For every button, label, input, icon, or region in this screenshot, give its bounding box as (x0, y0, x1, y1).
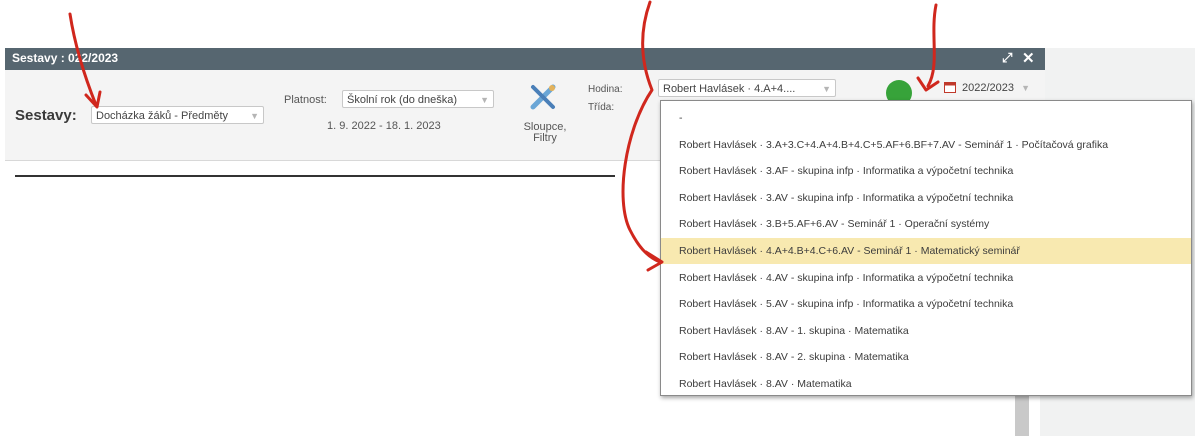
chevron-down-icon: ▼ (480, 95, 489, 105)
sestavy-select[interactable]: Docházka žáků - Předměty ▼ (91, 106, 264, 124)
sestavy-select-value: Docházka žáků - Předměty (96, 110, 229, 122)
platnost-label: Platnost: (284, 94, 327, 106)
title-bar: Sestavy : 022/2023 ⤢ ✕ (5, 48, 1045, 70)
platnost-select[interactable]: Školní rok (do dneška) ▼ (342, 90, 494, 108)
sestavy-label: Sestavy: (15, 107, 77, 124)
dropdown-option[interactable]: Robert Havlásek · 8.AV - 2. skupina · Ma… (661, 344, 1191, 370)
dropdown-option[interactable]: - (661, 105, 1191, 131)
school-year-value: 2022/2023 (962, 82, 1014, 94)
hodina-select-value: Robert Havlásek · 4.A+4.... (663, 83, 796, 95)
dropdown-option[interactable]: Robert Havlásek · 3.A+3.C+4.A+4.B+4.C+5.… (661, 132, 1191, 158)
hodina-dropdown-list: - Robert Havlásek · 3.A+3.C+4.A+4.B+4.C+5… (660, 100, 1192, 396)
dropdown-option[interactable]: Robert Havlásek · 4.AV - skupina infp · … (661, 265, 1191, 291)
school-year-select[interactable]: 2022/2023 ▼ (958, 79, 1034, 97)
dropdown-option[interactable]: Robert Havlásek · 3.AF - skupina infp · … (661, 158, 1191, 184)
dropdown-option[interactable]: Robert Havlásek · 8.AV - 1. skupina · Ma… (661, 318, 1191, 344)
dropdown-option[interactable]: Robert Havlásek · 4.A+4.B+4.C+6.AV - Sem… (661, 238, 1191, 264)
close-icon[interactable]: ✕ (1022, 49, 1035, 67)
expand-icon[interactable]: ⤢ (1002, 50, 1012, 66)
columns-filters-button[interactable]: Sloupce, Filtry (512, 122, 578, 144)
dropdown-option[interactable]: Robert Havlásek · 8.AV · Matematika (661, 371, 1191, 397)
dropdown-option[interactable]: Robert Havlásek · 5.AV - skupina infp · … (661, 291, 1191, 317)
columns-filters-icon[interactable] (528, 82, 558, 112)
date-range: 1. 9. 2022 - 18. 1. 2023 (327, 120, 441, 132)
calendar-icon (944, 82, 956, 93)
chevron-down-icon: ▼ (822, 84, 831, 94)
trida-label: Třída: (588, 102, 615, 113)
chevron-down-icon: ▼ (1021, 83, 1030, 93)
hodina-select[interactable]: Robert Havlásek · 4.A+4.... ▼ (658, 79, 836, 97)
divider (15, 175, 615, 177)
platnost-select-value: Školní rok (do dneška) (347, 94, 458, 106)
columns-filters-label-2: Filtry (533, 132, 557, 144)
hodina-label: Hodina: (588, 84, 623, 95)
dropdown-option[interactable]: Robert Havlásek · 3.B+5.AF+6.AV - Seminá… (661, 211, 1191, 237)
dropdown-option[interactable]: Robert Havlásek · 3.AV - skupina infp · … (661, 185, 1191, 211)
chevron-down-icon: ▼ (250, 111, 259, 121)
window-title: Sestavy : 022/2023 (12, 51, 119, 65)
